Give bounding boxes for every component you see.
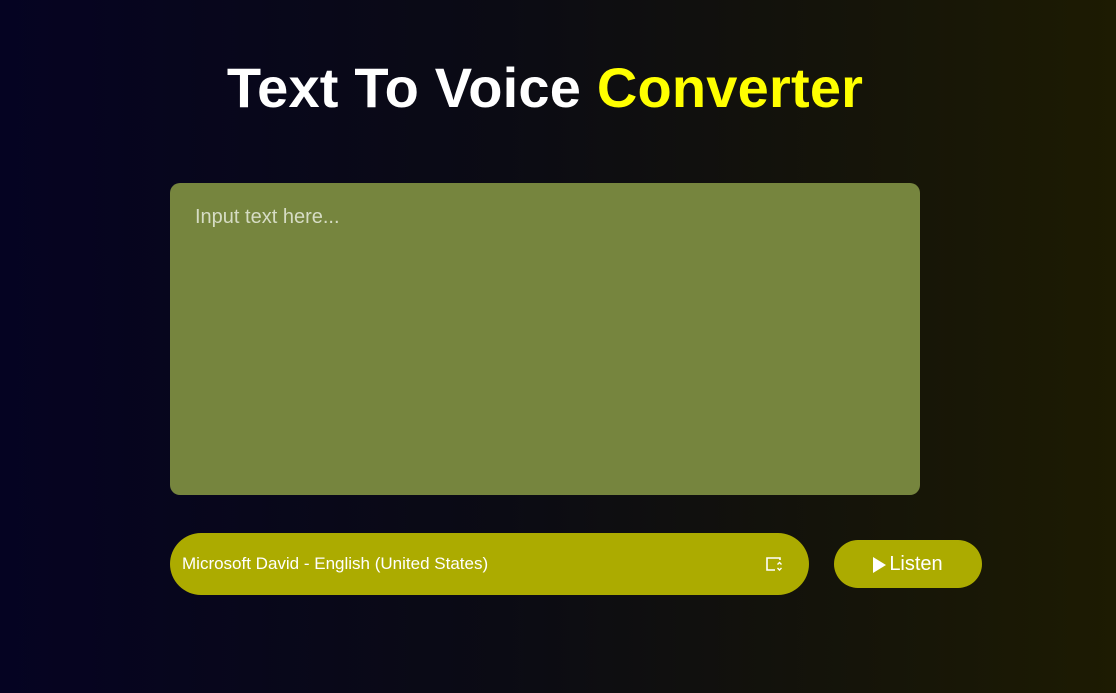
text-input[interactable]: [170, 183, 920, 495]
select-arrows-icon: [764, 554, 784, 574]
page-title: Text To Voice Converter: [0, 54, 1090, 122]
title-main: Text To Voice: [226, 56, 582, 119]
listen-button[interactable]: Listen: [834, 540, 982, 588]
voice-select-value: Microsoft David - English (United States…: [182, 554, 489, 573]
play-icon: [873, 556, 887, 573]
voice-select[interactable]: Microsoft David - English (United States…: [170, 533, 809, 595]
listen-button-label: Listen: [889, 552, 943, 575]
title-accent: Converter: [596, 56, 864, 119]
